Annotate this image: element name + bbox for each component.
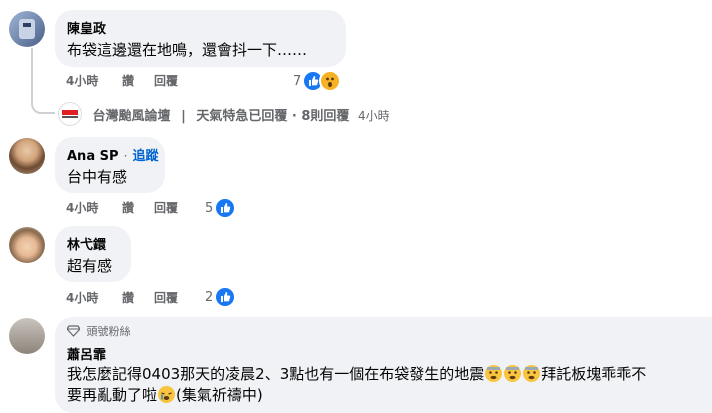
comment-text: 我怎麼記得0403那天的凌晨2、3點也有一個在布袋發生的地震 拜託板塊乖乖不 要再… [67, 364, 712, 406]
thread-connector [31, 48, 55, 114]
comment-time[interactable]: 4小時 [66, 199, 98, 216]
reaction-count: 2 [205, 289, 214, 305]
comment-actions: 4小時 讚 回覆 [66, 72, 266, 90]
comment-text-line2: 要再亂動了啦 [67, 386, 158, 404]
comment-text: 布袋這邊還在地鳴，還會抖一下…… [67, 41, 308, 59]
reply-summary[interactable]: 台灣颱風論壇 | 天氣特急已回覆 · 8則回覆 4小時 [58, 102, 390, 126]
page-avatar [58, 102, 82, 126]
avatar[interactable] [9, 11, 45, 47]
page-name: 台灣颱風論壇 [92, 109, 171, 124]
comment-text-line1: 我怎麼記得0403那天的凌晨2、3點也有一個在布袋發生的地震 [67, 365, 485, 383]
top-fan-badge: 頭號粉絲 [66, 323, 131, 340]
like-button[interactable]: 讚 [122, 199, 134, 216]
comment-text: 超有感 [67, 257, 113, 275]
reaction-count: 7 [293, 73, 302, 89]
reply-button[interactable]: 回覆 [154, 289, 178, 306]
avatar[interactable] [9, 318, 45, 354]
anxious-face-icon [485, 365, 503, 382]
comment-author[interactable]: 林弋鐶 [67, 234, 106, 253]
reaction-summary[interactable]: 7 [293, 70, 342, 92]
comment-text-line2-end: (集氣祈禱中) [176, 386, 263, 404]
avatar[interactable] [9, 138, 45, 174]
crying-face-icon [158, 386, 176, 403]
comment-bubble: Ana SP · 追蹤 台中有感 [55, 137, 165, 193]
reaction-summary[interactable]: 5 [205, 197, 237, 219]
comment-bubble: 陳皇政 布袋這邊還在地鳴，還會抖一下…… [55, 10, 346, 67]
like-button[interactable]: 讚 [122, 72, 134, 89]
comment-text: 台中有感 [67, 168, 128, 186]
reply-count: 8則回覆 [301, 109, 350, 124]
separator: | [181, 109, 186, 124]
comment-author[interactable]: 蕭呂霏 [67, 344, 106, 363]
comment-time[interactable]: 4小時 [66, 72, 98, 89]
separator-dot: · [123, 149, 128, 163]
reaction-count: 5 [205, 200, 214, 216]
reaction-summary[interactable]: 2 [205, 286, 237, 308]
comment-author[interactable]: Ana SP [67, 149, 119, 164]
anxious-face-icon [523, 365, 541, 382]
reply-button[interactable]: 回覆 [154, 199, 178, 216]
comment-bubble: 林弋鐶 超有感 [55, 226, 131, 282]
reply-time: 4小時 [357, 109, 390, 123]
like-icon [214, 286, 237, 308]
wow-icon [319, 70, 342, 92]
follow-button[interactable]: 追蹤 [133, 149, 159, 164]
badge-label: 頭號粉絲 [86, 325, 131, 338]
avatar[interactable] [9, 227, 45, 263]
reply-status: 天氣特急已回覆 [196, 109, 288, 124]
reply-button[interactable]: 回覆 [154, 72, 178, 89]
like-button[interactable]: 讚 [122, 289, 134, 306]
comment-time[interactable]: 4小時 [66, 289, 98, 306]
like-icon [214, 197, 237, 219]
comment-bubble: 頭號粉絲 蕭呂霏 我怎麼記得0403那天的凌晨2、3點也有一個在布袋發生的地震 拜… [55, 317, 712, 413]
avatar-photo [19, 19, 35, 39]
comment-text-line1-end: 拜託板塊乖乖不 [541, 365, 647, 383]
anxious-face-icon [504, 365, 522, 382]
diamond-icon [66, 325, 81, 340]
comment-author[interactable]: 陳皇政 [67, 18, 106, 37]
separator-dot: · [291, 109, 297, 124]
